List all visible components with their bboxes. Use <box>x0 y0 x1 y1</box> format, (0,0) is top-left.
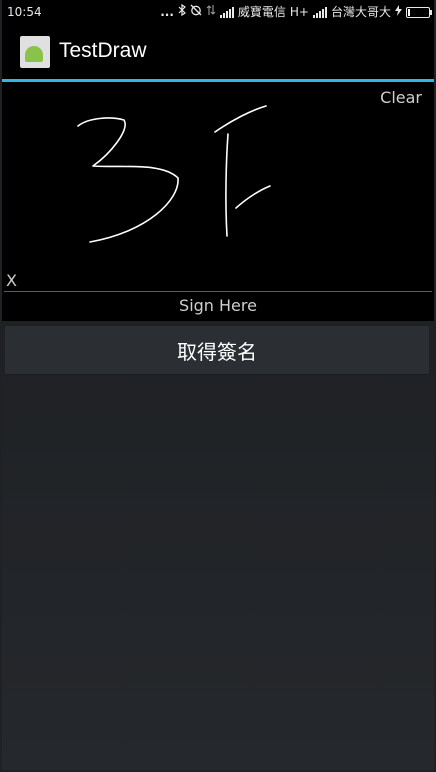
charging-icon <box>395 4 402 20</box>
get-signature-button[interactable]: 取得簽名 <box>5 326 429 375</box>
app-frame: 10:54 ... 威寶電信 H+ 台灣大哥大 TestDraw Clear X… <box>2 0 434 770</box>
status-bar: 10:54 ... 威寶電信 H+ 台灣大哥大 <box>2 0 434 24</box>
signature-line <box>4 291 432 292</box>
signal-strength-icon <box>219 6 234 18</box>
more-notifications-icon: ... <box>160 5 174 19</box>
android-app-icon[interactable] <box>20 36 50 68</box>
battery-level <box>408 8 410 16</box>
alarm-off-icon <box>190 4 202 20</box>
signature-x-mark: X <box>6 271 17 290</box>
app-title: TestDraw <box>59 39 147 62</box>
status-time: 10:54 <box>7 5 42 19</box>
data-transfer-icon <box>206 4 216 20</box>
signature-pad[interactable]: Clear X Sign Here <box>2 82 434 321</box>
battery-icon <box>406 6 432 18</box>
action-bar: TestDraw <box>2 24 434 82</box>
signal-strength-icon-2 <box>312 6 327 18</box>
carrier-2-name: 台灣大哥大 <box>330 5 391 19</box>
clear-button[interactable]: Clear <box>380 88 422 107</box>
carrier-1-name: 威寶電信 <box>237 5 286 19</box>
bluetooth-icon <box>178 3 186 20</box>
sign-here-label: Sign Here <box>179 296 257 315</box>
status-icons: ... 威寶電信 H+ 台灣大哥大 <box>160 3 432 20</box>
signature-strokes <box>77 105 271 243</box>
network-type: H+ <box>289 5 309 19</box>
android-robot-icon <box>25 46 43 62</box>
